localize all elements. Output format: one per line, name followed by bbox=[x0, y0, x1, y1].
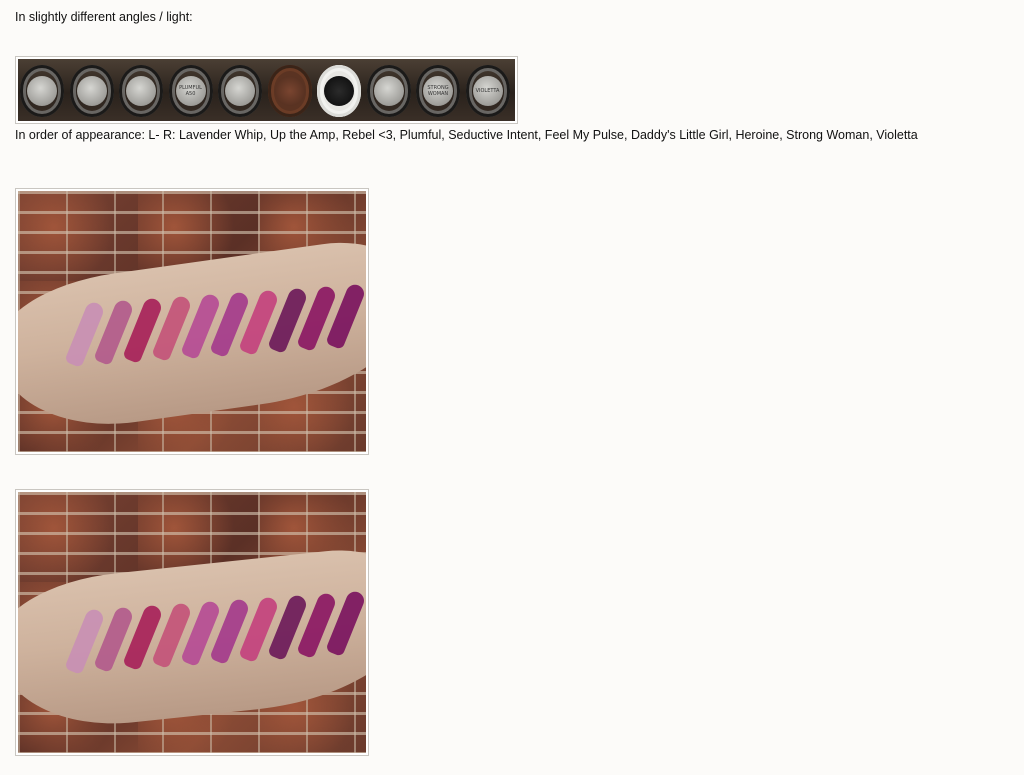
lipstick-cap: PLUMFUL A50 bbox=[169, 65, 213, 117]
lipstick-cap-label bbox=[225, 76, 255, 106]
brick-wall-background bbox=[18, 492, 366, 753]
lipstick-cap bbox=[119, 65, 163, 117]
lipstick-cap-label: STRONG WOMAN bbox=[423, 76, 453, 106]
lipstick-cap-label bbox=[373, 76, 404, 106]
lipstick-cap-label bbox=[126, 76, 156, 106]
order-of-appearance-text: In order of appearance: L- R: Lavender W… bbox=[15, 128, 918, 142]
lipstick-cap bbox=[367, 65, 411, 117]
lipstick-strip-image[interactable]: PLUMFUL A50 STRONG WOMAN VIOLETTA bbox=[15, 56, 518, 124]
lipstick-cap-label bbox=[324, 76, 354, 106]
brick-wall-background bbox=[18, 191, 366, 452]
lipstick-cap: STRONG WOMAN bbox=[416, 65, 460, 117]
swatch-photo-1[interactable] bbox=[15, 188, 369, 455]
lipstick-cap-label: PLUMFUL A50 bbox=[175, 76, 206, 106]
lipstick-cap-label bbox=[27, 76, 57, 106]
lipstick-cap-label bbox=[76, 76, 107, 106]
lipstick-cap: VIOLETTA bbox=[466, 65, 510, 117]
lipstick-cap bbox=[317, 65, 361, 117]
swatch-photo-2[interactable] bbox=[15, 489, 369, 756]
lipstick-strip-content: PLUMFUL A50 STRONG WOMAN VIOLETTA bbox=[18, 59, 515, 121]
lipstick-cap-label: VIOLETTA bbox=[472, 76, 503, 106]
lipstick-cap bbox=[20, 65, 64, 117]
intro-text: In slightly different angles / light: bbox=[15, 10, 193, 24]
lipstick-cap bbox=[218, 65, 262, 117]
lipstick-cap-label bbox=[274, 76, 305, 106]
lipstick-cap bbox=[267, 65, 312, 117]
lipstick-cap bbox=[70, 65, 114, 117]
